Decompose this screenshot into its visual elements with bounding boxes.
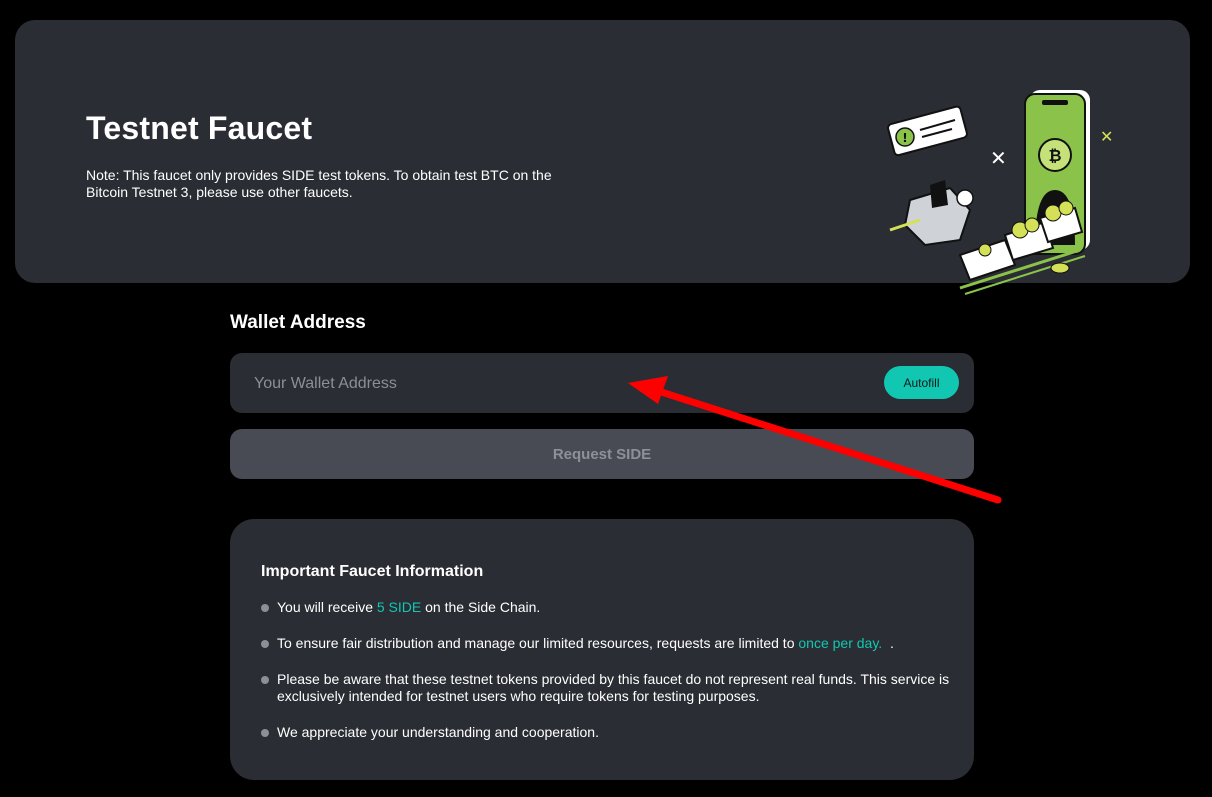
robot-miner-icon — [889, 180, 974, 247]
info-title: Important Faucet Information — [261, 563, 484, 580]
bullet-icon — [261, 604, 269, 612]
faucet-illustration: ₿ ! ✕ ✕ — [887, 90, 1113, 295]
request-side-button[interactable]: Request SIDE — [230, 429, 974, 479]
autofill-button[interactable]: Autofill — [884, 366, 959, 399]
bullet-icon — [261, 640, 269, 648]
coin-icon — [1050, 262, 1070, 274]
svg-text:!: ! — [902, 131, 907, 145]
svg-text:✕: ✕ — [990, 146, 1007, 170]
bullet-icon — [261, 729, 269, 737]
highlight-limit: once per day. — [798, 635, 883, 651]
list-item: Please be aware that these testnet token… — [261, 671, 951, 705]
bullet-icon — [261, 676, 269, 684]
svg-text:₿: ₿ — [1048, 146, 1061, 165]
highlight-amount: 5 SIDE — [376, 599, 422, 615]
svg-text:✕: ✕ — [1100, 127, 1113, 146]
hero-banner: Testnet Faucet Note: This faucet only pr… — [15, 20, 1190, 295]
wallet-address-label: Wallet Address — [230, 312, 366, 333]
alert-bubble-icon: ! — [887, 105, 968, 157]
list-item: To ensure fair distribution and manage o… — [261, 635, 951, 652]
wallet-address-input[interactable] — [252, 367, 856, 401]
list-item: We appreciate your understanding and coo… — [261, 724, 951, 741]
faucet-info-card: Important Faucet Information You will re… — [230, 519, 974, 780]
faucet-note: Note: This faucet only provides SIDE tes… — [86, 167, 552, 200]
page-title: Testnet Faucet — [86, 110, 313, 146]
list-item: You will receive 5 SIDE on the Side Chai… — [261, 599, 951, 616]
wallet-address-field: Autofill — [230, 353, 974, 413]
info-list: You will receive 5 SIDE on the Side Chai… — [261, 599, 951, 760]
